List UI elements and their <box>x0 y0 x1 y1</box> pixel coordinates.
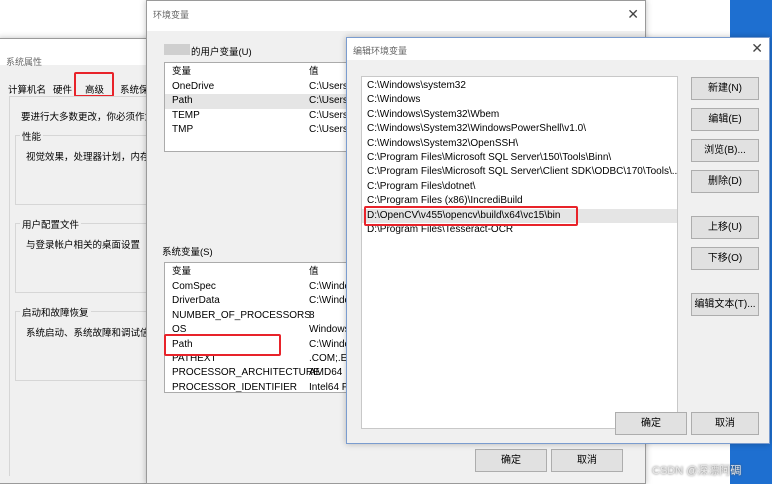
move-up-button[interactable]: 上移(U) <box>691 216 759 239</box>
advanced-tab-highlight <box>74 72 114 97</box>
tab-hardware[interactable]: 硬件 <box>53 82 72 96</box>
user-profile-desc: 与登录帐户相关的桌面设置 <box>26 240 141 251</box>
close-icon[interactable]: ✕ <box>627 6 639 23</box>
path-list[interactable]: C:\Windows\system32 C:\Windows C:\Windows\… <box>361 76 678 429</box>
edit-button[interactable]: 编辑(E) <box>691 108 759 131</box>
list-item[interactable]: TEMP C:\Users\ <box>165 109 354 123</box>
variable-value: 8 <box>309 309 315 321</box>
edit-dialog-title: 编辑环境变量 <box>353 46 408 56</box>
list-item[interactable]: DriverData C:\Windo <box>165 294 354 308</box>
path-entry[interactable]: C:\Windows <box>362 93 677 107</box>
path-entry[interactable]: C:\Windows\System32\OpenSSH\ <box>362 137 677 151</box>
system-properties-titlebar: 系统属性 <box>0 39 167 67</box>
path-entry[interactable]: C:\Windows\System32\Wbem <box>362 108 677 122</box>
variable-value: C:\Users\ <box>309 124 351 136</box>
path-entry[interactable]: C:\Program Files\Microsoft SQL Server\Cl… <box>362 165 677 179</box>
variable-name: TEMP <box>172 109 200 121</box>
blurred-username <box>164 44 190 55</box>
performance-title: 性能 <box>20 129 44 143</box>
list-item[interactable]: Path C:\Users\ <box>165 94 354 109</box>
list-item[interactable]: ComSpec C:\Windo <box>165 280 354 294</box>
browse-button[interactable]: 浏览(B)... <box>691 139 759 162</box>
user-vars-list[interactable]: 变量 值 OneDrive C:\Users\ Path C:\Users\ TEMP C… <box>164 62 354 152</box>
col-header-variable[interactable]: 变量 <box>172 63 191 80</box>
list-item[interactable]: PROCESSOR_IDENTIFIER Intel64 F <box>165 381 354 393</box>
env-window-title: 环境变量 <box>153 10 190 20</box>
variable-value: AMD64 <box>309 367 343 379</box>
variable-value: C:\Users\ <box>309 81 351 92</box>
edit-text-button[interactable]: 编辑文本(T)... <box>691 293 759 316</box>
user-vars-rows: OneDrive C:\Users\ Path C:\Users\ TEMP C:\Use… <box>165 80 354 138</box>
edit-ok-button[interactable]: 确定 <box>615 412 687 435</box>
env-titlebar: 环境变量 ✕ <box>147 1 645 31</box>
tab-computer-name[interactable]: 计算机名 <box>8 82 46 96</box>
col-header-value[interactable]: 值 <box>309 63 319 80</box>
variable-value: C:\Users\ <box>309 109 351 121</box>
list-item[interactable]: NUMBER_OF_PROCESSORS 8 <box>165 309 354 323</box>
system-properties-window: 系统属性 计算机名 硬件 高级 系统保 要进行大多数更改，你必须作为 性能 视觉… <box>0 38 179 484</box>
user-profile-title: 用户配置文件 <box>20 217 82 231</box>
variable-name: ComSpec <box>172 281 216 292</box>
list-item[interactable]: TMP C:\Users\ <box>165 123 354 137</box>
delete-button[interactable]: 删除(D) <box>691 170 759 193</box>
variable-value: C:\Windo <box>309 338 351 350</box>
system-vars-list[interactable]: 变量 值 ComSpec C:\Windo DriverData C:\Windo NU… <box>164 262 354 393</box>
system-path-highlight <box>164 334 281 356</box>
watermark: CSDN @深漂阿碉 <box>652 465 742 477</box>
admin-note: 要进行大多数更改，你必须作为 <box>21 112 155 123</box>
variable-name: TMP <box>172 124 194 136</box>
system-vars-label: 系统变量(S) <box>162 247 213 258</box>
list-item[interactable]: PROCESSOR_ARCHITECTURE AMD64 <box>165 366 354 380</box>
startup-recovery-title: 启动和故障恢复 <box>20 305 91 319</box>
variable-name: Path <box>172 95 193 107</box>
variable-name: NUMBER_OF_PROCESSORS <box>172 309 311 321</box>
edit-env-var-dialog: 编辑环境变量 ✕ C:\Windows\system32 C:\Windows C:… <box>346 37 770 444</box>
path-entry[interactable]: C:\Windows\system32 <box>362 79 677 93</box>
env-ok-button[interactable]: 确定 <box>475 449 547 472</box>
variable-value: C:\Windo <box>309 295 351 307</box>
opencv-path-highlight <box>364 206 578 226</box>
sys-col-header-variable[interactable]: 变量 <box>172 263 191 280</box>
path-entry[interactable]: C:\Program Files\Microsoft SQL Server\15… <box>362 151 677 165</box>
new-button[interactable]: 新建(N) <box>691 77 759 100</box>
tab-system-protection[interactable]: 系统保 <box>120 82 149 96</box>
sys-col-header-value[interactable]: 值 <box>309 263 319 280</box>
variable-value: Intel64 F <box>309 381 348 393</box>
edit-titlebar: 编辑环境变量 ✕ <box>347 38 769 60</box>
path-entry[interactable]: C:\Program Files\dotnet\ <box>362 180 677 194</box>
variable-value: Windows <box>309 324 350 336</box>
variable-value: C:\Users\ <box>309 95 351 107</box>
list-item[interactable]: OneDrive C:\Users\ <box>165 80 354 94</box>
move-down-button[interactable]: 下移(O) <box>691 247 759 270</box>
user-vars-label: 的用户变量(U) <box>191 47 252 58</box>
path-entry[interactable]: C:\Windows\System32\WindowsPowerShell\v1… <box>362 122 677 136</box>
close-icon[interactable]: ✕ <box>751 40 763 57</box>
variable-value: C:\Windo <box>309 281 351 292</box>
variable-name: PROCESSOR_IDENTIFIER <box>172 381 298 393</box>
window-title: 系统属性 <box>6 57 43 67</box>
variable-name: OneDrive <box>172 81 215 92</box>
env-cancel-button[interactable]: 取消 <box>551 449 623 472</box>
variable-name: PROCESSOR_ARCHITECTURE <box>172 367 320 379</box>
startup-recovery-desc: 系统启动、系统故障和调试信 <box>26 328 150 339</box>
performance-desc: 视觉效果，处理器计划，内存 <box>26 152 150 163</box>
edit-cancel-button[interactable]: 取消 <box>691 412 759 435</box>
variable-name: DriverData <box>172 295 220 307</box>
